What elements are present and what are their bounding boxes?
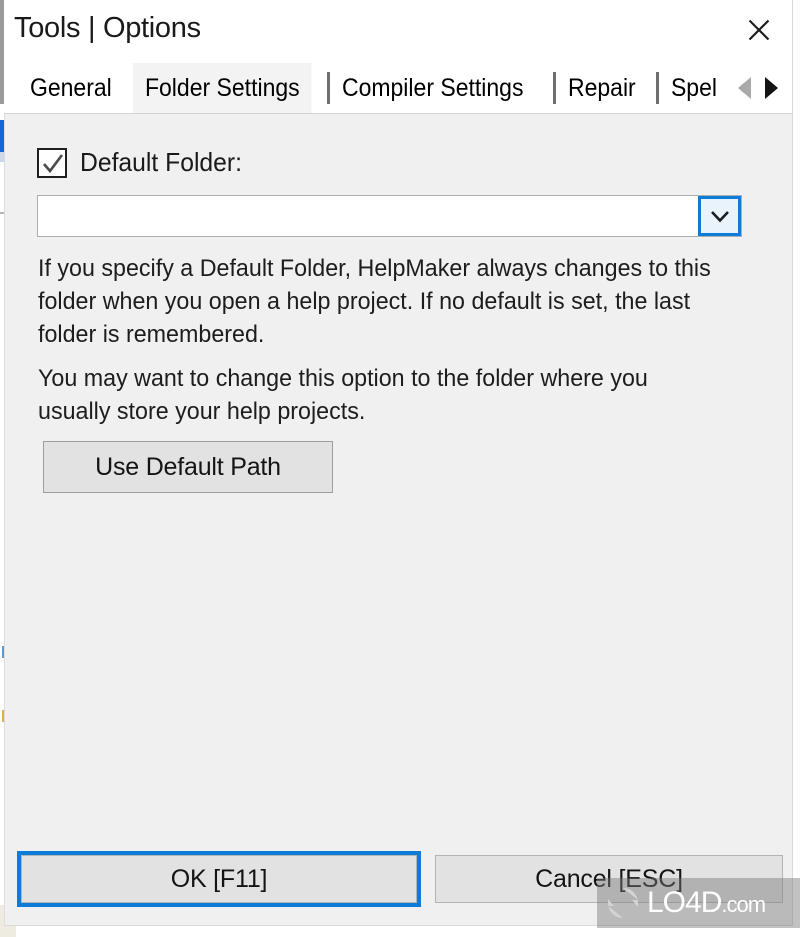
- checkmark-icon: [43, 153, 64, 173]
- ok-button-focus-ring: OK [F11]: [17, 851, 421, 907]
- default-folder-combobox[interactable]: [37, 195, 742, 237]
- tab-spel[interactable]: Spel: [659, 63, 730, 113]
- default-folder-checkbox[interactable]: [37, 147, 67, 178]
- cancel-button[interactable]: Cancel [ESC]: [435, 855, 783, 903]
- chevron-down-icon[interactable]: [698, 196, 741, 236]
- default-folder-input[interactable]: [38, 196, 698, 236]
- close-icon[interactable]: [736, 8, 782, 52]
- help-text-primary: If you specify a Default Folder, HelpMak…: [38, 255, 711, 348]
- help-text-secondary: You may want to change this option to th…: [38, 365, 648, 425]
- dialog-titlebar: Tools | Options: [4, 0, 792, 63]
- default-folder-label: Default Folder:: [80, 147, 243, 177]
- tab-general[interactable]: General: [18, 63, 124, 113]
- dialog-title: Tools | Options: [14, 12, 201, 44]
- use-default-path-button[interactable]: Use Default Path: [43, 441, 333, 493]
- tab-scroll-controls: [738, 63, 792, 113]
- tab-strip: General Folder Settings Compiler Setting…: [4, 63, 792, 114]
- folder-settings-panel: Default Folder: If you specify a Default…: [4, 114, 792, 925]
- tab-compiler-settings[interactable]: Compiler Settings: [330, 63, 536, 113]
- triangle-left-icon[interactable]: [738, 77, 751, 99]
- dialog-footer: OK [F11] Cancel [ESC]: [4, 839, 792, 925]
- default-folder-checkbox-row[interactable]: Default Folder:: [37, 147, 251, 178]
- tab-repair[interactable]: Repair: [556, 63, 649, 113]
- ok-button[interactable]: OK [F11]: [21, 855, 417, 903]
- tab-folder-settings[interactable]: Folder Settings: [132, 63, 312, 113]
- triangle-right-icon[interactable]: [765, 77, 778, 99]
- options-dialog: Tools | Options General Folder Settings …: [4, 0, 793, 926]
